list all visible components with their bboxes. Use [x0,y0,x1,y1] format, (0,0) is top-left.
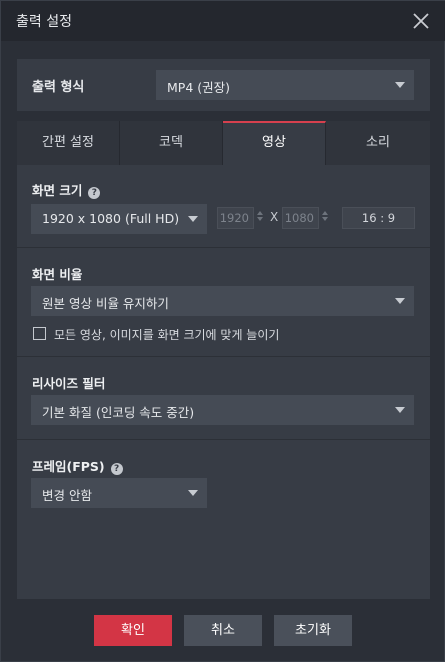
section-divider [17,247,430,248]
width-input[interactable]: 1920 [217,207,254,229]
stretch-checkbox[interactable] [33,327,46,340]
height-stepper[interactable] [321,209,329,227]
resize-filter-value: 기본 화질 (인코딩 속도 중간) [42,405,195,420]
output-format-label: 출력 형식 [32,80,85,95]
chevron-down-icon [395,298,405,304]
height-input[interactable]: 1080 [282,207,319,229]
resize-filter-select[interactable]: 기본 화질 (인코딩 속도 중간) [31,395,414,425]
resolution-select[interactable]: 1920 x 1080 (Full HD) [31,204,207,234]
tab-video[interactable]: 영상 [223,121,326,165]
frame-rate-value: 변경 안함 [42,488,92,503]
tab-audio[interactable]: 소리 [326,121,430,165]
resize-filter-label: 리사이즈 필터 [32,376,106,391]
frame-rate-select[interactable]: 변경 안함 [31,478,207,508]
screen-size-label: 화면 크기 [32,183,83,198]
frame-rate-heading: 프레임(FPS)? [32,456,123,475]
output-format-value: MP4 (권장) [167,80,231,95]
section-divider [17,356,430,357]
chevron-down-icon [395,407,405,413]
chevron-down-icon [188,216,198,222]
output-format-select[interactable]: MP4 (권장) [156,70,414,100]
width-stepper[interactable] [256,209,264,227]
output-format-panel: 출력 형식 MP4 (권장) [17,59,430,111]
screen-ratio-label: 화면 비율 [32,267,83,282]
title-bar: 출력 설정 [1,1,445,41]
resolution-value: 1920 x 1080 (Full HD) [42,211,180,226]
section-divider [17,439,430,440]
window-title: 출력 설정 [16,14,72,30]
help-icon[interactable]: ? [110,463,123,475]
chevron-down-icon [188,490,198,496]
video-settings-content: 화면 크기? 1920 x 1080 (Full HD) 1920 X 1080… [17,165,430,599]
stretch-checkbox-label[interactable]: 모든 영상, 이미지를 화면 크기에 맞게 늘이기 [54,326,279,343]
reset-button[interactable]: 초기화 [274,615,352,646]
tab-codec[interactable]: 코덱 [120,121,223,165]
help-icon[interactable]: ? [88,187,101,199]
chevron-down-icon [395,82,405,88]
aspect-ratio-display: 16 : 9 [342,207,415,229]
dimension-separator: X [270,210,279,224]
confirm-button[interactable]: 확인 [94,615,172,646]
cancel-button[interactable]: 취소 [184,615,262,646]
tab-quick-settings[interactable]: 간편 설정 [17,121,120,165]
screen-size-heading: 화면 크기? [32,180,101,199]
frame-rate-label: 프레임(FPS) [32,459,105,474]
screen-ratio-value: 원본 영상 비율 유지하기 [42,296,169,311]
close-icon[interactable] [410,10,432,32]
output-settings-dialog: 출력 설정 출력 형식 MP4 (권장) 간편 설정 코덱 영상 소리 화면 크… [0,0,445,662]
settings-tabs: 간편 설정 코덱 영상 소리 [17,121,430,165]
screen-ratio-select[interactable]: 원본 영상 비율 유지하기 [31,286,414,316]
